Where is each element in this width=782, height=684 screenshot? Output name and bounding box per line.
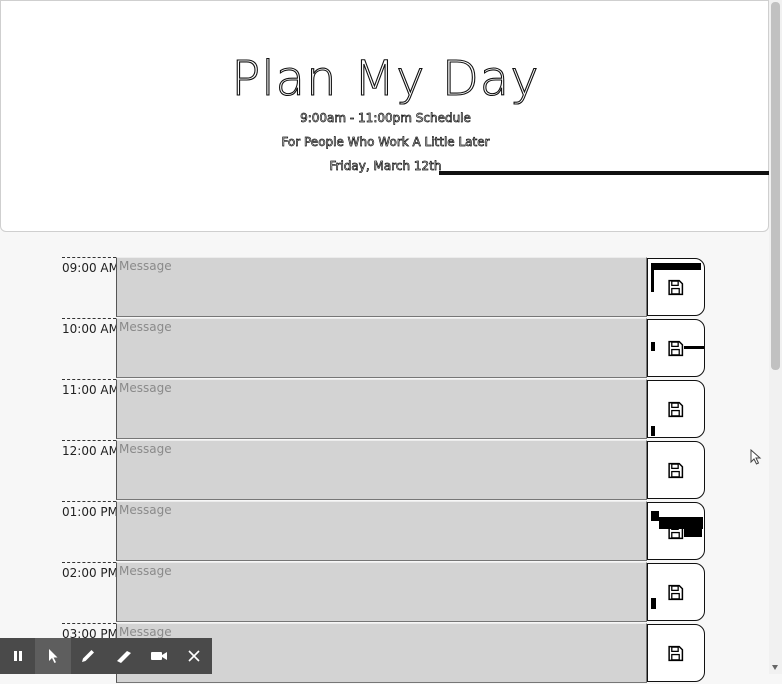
floppy-disk-icon: [668, 645, 684, 662]
header-jumbotron: Plan My Day 9:00am - 11:00pm Schedule Fo…: [0, 0, 769, 232]
close-toolbar-button[interactable]: [176, 638, 211, 674]
time-block-row: 02:00 PM: [0, 562, 769, 623]
save-button[interactable]: [647, 380, 705, 438]
schedule-hours-subtitle: 9:00am - 11:00pm Schedule: [300, 111, 471, 126]
page-title: Plan My Day: [231, 51, 540, 107]
save-button[interactable]: [647, 441, 705, 499]
pause-button[interactable]: [0, 638, 35, 674]
event-message-input[interactable]: [116, 562, 647, 622]
render-artifact: [684, 346, 704, 349]
render-artifact: [651, 270, 654, 292]
save-button[interactable]: [647, 258, 705, 316]
video-camera-icon: [150, 652, 167, 660]
floppy-disk-icon: [668, 584, 684, 601]
time-block-row: 09:00 AM: [0, 257, 769, 318]
record-video-button[interactable]: [141, 638, 176, 674]
floppy-disk-icon: [668, 279, 684, 296]
time-block-row: 12:00 AM: [0, 440, 769, 501]
close-icon: [188, 650, 200, 662]
hour-label: 02:00 PM: [62, 562, 118, 622]
scrollbar-thumb[interactable]: [771, 2, 780, 370]
annotation-toolbar: [0, 638, 212, 674]
time-block-row: 11:00 AM: [0, 379, 769, 440]
event-message-input[interactable]: [116, 318, 647, 378]
render-artifact: [684, 529, 702, 537]
hour-label: 01:00 PM: [62, 501, 118, 561]
save-button[interactable]: [647, 624, 705, 682]
render-artifact: [651, 598, 656, 609]
hour-label: 12:00 AM: [62, 440, 119, 500]
render-artifact: [651, 511, 659, 521]
save-button[interactable]: [647, 319, 705, 377]
pen-tool-button[interactable]: [71, 638, 106, 674]
scroll-down-arrow-icon[interactable]: [772, 665, 778, 670]
audience-subtitle: For People Who Work A Little Later: [281, 135, 490, 150]
mouse-cursor-icon: [750, 449, 762, 465]
time-block-row: 10:00 AM: [0, 318, 769, 379]
event-message-input[interactable]: [116, 257, 647, 317]
floppy-disk-icon: [668, 523, 684, 540]
floppy-disk-icon: [668, 401, 684, 418]
floppy-disk-icon: [668, 340, 684, 357]
event-message-input[interactable]: [116, 440, 647, 500]
render-artifact: [651, 342, 655, 351]
save-button[interactable]: [647, 563, 705, 621]
time-block-row: 01:00 PM: [0, 501, 769, 562]
header-divider: [439, 171, 769, 175]
save-button[interactable]: [647, 502, 705, 560]
pointer-tool-button[interactable]: [35, 638, 71, 674]
pointer-icon: [48, 649, 58, 663]
pause-icon: [13, 651, 22, 661]
hour-label: 11:00 AM: [62, 379, 119, 439]
floppy-disk-icon: [668, 462, 684, 479]
pen-icon: [82, 650, 95, 662]
event-message-input[interactable]: [116, 501, 647, 561]
hour-label: 10:00 AM: [62, 318, 119, 378]
render-artifact: [651, 426, 655, 436]
vertical-scrollbar[interactable]: [769, 0, 782, 674]
hour-label: 09:00 AM: [62, 257, 119, 317]
render-artifact: [651, 263, 701, 270]
event-message-input[interactable]: [116, 379, 647, 439]
highlighter-icon: [116, 651, 131, 663]
highlighter-tool-button[interactable]: [106, 638, 141, 674]
